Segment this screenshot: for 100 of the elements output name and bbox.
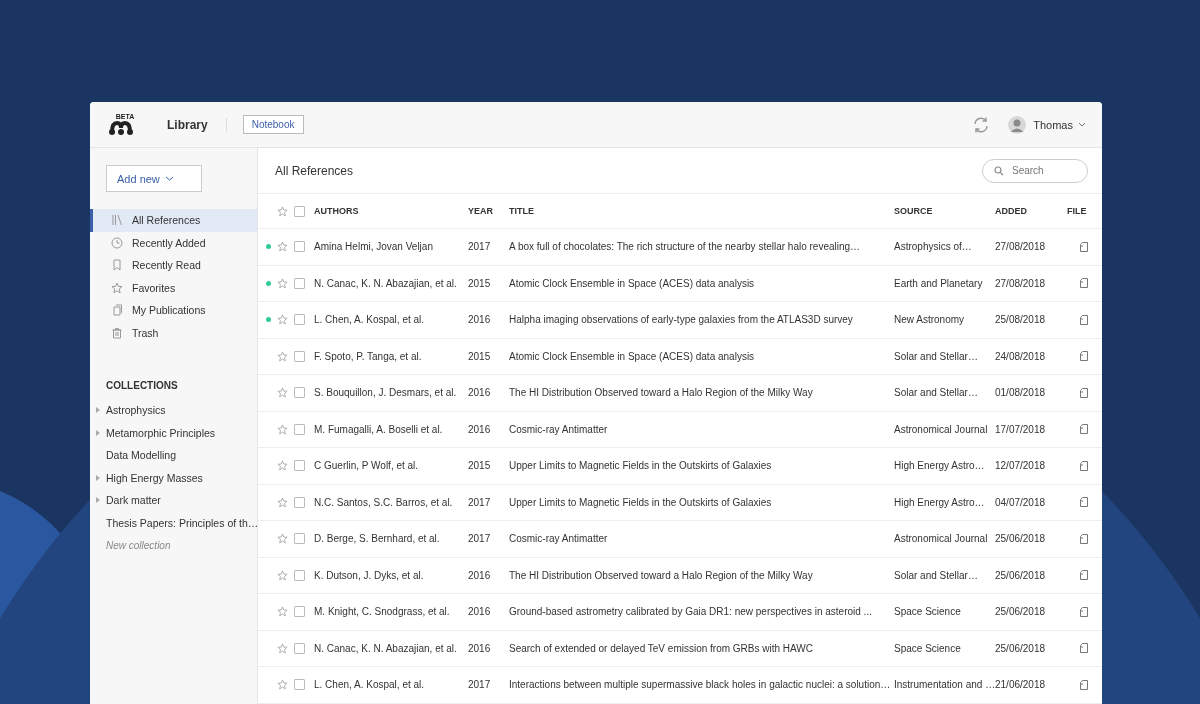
star-icon[interactable] xyxy=(277,460,288,472)
row-checkbox[interactable] xyxy=(294,533,305,545)
table-cell-text: 04/07/2018 xyxy=(995,496,1047,508)
table-cell-text: 25/06/2018 xyxy=(995,533,1047,545)
star-icon[interactable] xyxy=(277,350,288,362)
file-icon[interactable] xyxy=(1079,241,1088,252)
star-icon[interactable] xyxy=(277,679,288,691)
star-icon[interactable] xyxy=(277,241,288,253)
file-icon[interactable] xyxy=(1079,314,1088,325)
file-icon[interactable] xyxy=(1079,679,1088,690)
row-checkbox[interactable] xyxy=(294,423,305,435)
sidebar-item[interactable]: Trash xyxy=(90,321,257,344)
row-checkbox[interactable] xyxy=(294,387,305,399)
star-icon[interactable] xyxy=(277,314,288,326)
notebook-button[interactable]: Notebook xyxy=(242,115,304,134)
table-cell-text: C Guerlin, P Wolf, et al. xyxy=(314,460,420,472)
table-cell[interactable]: Ground-based astrometry calibrated by Gaia DR1: new perspectives in asteroid ... xyxy=(509,606,894,618)
column-header[interactable]: TITLE xyxy=(509,206,894,216)
star-icon[interactable] xyxy=(277,642,288,654)
table-cell: Instrumentation and … xyxy=(894,679,995,691)
file-icon[interactable] xyxy=(1079,606,1088,617)
row-checkbox[interactable] xyxy=(294,241,305,253)
collection-item[interactable]: Astrophysics xyxy=(90,399,257,422)
file-icon[interactable] xyxy=(1079,387,1088,398)
table-cell-text: 2016 xyxy=(468,606,492,618)
file-icon[interactable] xyxy=(1079,351,1088,362)
star-icon[interactable] xyxy=(277,277,288,289)
table-cell-text: 2017 xyxy=(468,679,492,691)
table-cell[interactable]: Cosmic-ray Antimatter xyxy=(509,533,894,545)
table-cell[interactable]: Cosmic-ray Antimatter xyxy=(509,423,894,435)
trash-icon xyxy=(111,326,123,339)
row-checkbox[interactable] xyxy=(294,314,305,326)
column-header[interactable]: FILE xyxy=(1067,206,1100,216)
table-cell-text: 2016 xyxy=(468,642,492,654)
avatar-icon[interactable] xyxy=(1008,115,1027,134)
sync-icon[interactable] xyxy=(972,115,991,134)
star-icon[interactable] xyxy=(277,205,288,217)
table-cell[interactable]: Interactions between multiple supermassive black holes in galactic nuclei: a solution… xyxy=(509,679,894,691)
row-checkbox[interactable] xyxy=(294,569,305,581)
file-icon[interactable] xyxy=(1079,497,1088,508)
file-icon[interactable] xyxy=(1079,278,1088,289)
table-cell-text: 27/08/2018 xyxy=(995,277,1047,289)
table-cell-text: 2015 xyxy=(468,460,492,472)
table-cell[interactable]: Upper Limits to Magnetic Fields in the Outskirts of Galaxies xyxy=(509,496,894,508)
file-icon[interactable] xyxy=(1079,424,1088,435)
table-cell[interactable]: Search of extended or delayed TeV emission from GRBs with HAWC xyxy=(509,642,894,654)
file-icon[interactable] xyxy=(1079,533,1088,544)
table-cell[interactable]: The HI Distribution Observed toward a Halo Region of the Milky Way xyxy=(509,569,894,581)
star-icon[interactable] xyxy=(277,496,288,508)
row-checkbox[interactable] xyxy=(294,679,305,691)
sidebar-item[interactable]: Favorites xyxy=(90,276,257,299)
collection-item[interactable]: Dark matter xyxy=(90,489,257,512)
row-checkbox[interactable] xyxy=(294,606,305,618)
new-collection-link[interactable]: New collection xyxy=(90,534,171,557)
collection-item[interactable]: Metamorphic Principles xyxy=(90,421,257,444)
row-checkbox[interactable] xyxy=(294,277,305,289)
file-icon[interactable] xyxy=(1079,460,1088,471)
table-cell-text: Astrophysics of… xyxy=(894,241,973,253)
star-icon[interactable] xyxy=(277,423,288,435)
library-icon xyxy=(111,214,123,227)
collection-item[interactable]: Thesis Papers: Principles of th… xyxy=(90,511,257,534)
sidebar-item[interactable]: Recently Read xyxy=(90,254,257,277)
table-cell-text: 2016 xyxy=(468,569,492,581)
file-icon[interactable] xyxy=(1079,643,1088,654)
table-cell-text: Space Science xyxy=(894,642,962,654)
search-field[interactable]: Search xyxy=(982,158,1088,183)
table-cell-text: 25/08/2018 xyxy=(995,314,1047,326)
table-cell-text: 25/06/2018 xyxy=(995,606,1047,618)
table-cell-text: N.C. Santos, S.C. Barros, et al. xyxy=(314,496,454,508)
star-icon[interactable] xyxy=(277,533,288,545)
star-icon[interactable] xyxy=(277,387,288,399)
user-menu[interactable]: Thomas xyxy=(1033,118,1086,131)
row-checkbox[interactable] xyxy=(294,642,305,654)
row-checkbox[interactable] xyxy=(294,350,305,362)
file-icon[interactable] xyxy=(1079,570,1088,581)
collection-item[interactable]: Data Modelling xyxy=(90,444,257,467)
table-cell-text: Earth and Planetary xyxy=(894,277,984,289)
star-icon[interactable] xyxy=(277,569,288,581)
sidebar-item[interactable]: Recently Added xyxy=(90,231,257,254)
add-new-button[interactable]: Add new xyxy=(106,165,202,192)
collections-heading: COLLECTIONS xyxy=(106,380,179,391)
row-checkbox[interactable] xyxy=(294,496,305,508)
table-cell[interactable]: Atomic Clock Ensemble in Space (ACES) data analysis xyxy=(509,350,894,362)
sidebar-item[interactable]: My Publications xyxy=(90,299,257,322)
row-checkbox[interactable] xyxy=(294,460,305,472)
column-header[interactable]: ADDED xyxy=(995,206,1067,216)
document-icon xyxy=(111,304,123,317)
column-header[interactable]: AUTHORS xyxy=(314,206,468,216)
sidebar-item[interactable]: All References xyxy=(90,209,257,232)
table-cell[interactable]: Halpha imaging observations of early-type galaxies from the ATLAS3D survey xyxy=(509,314,894,326)
table-cell[interactable]: Atomic Clock Ensemble in Space (ACES) data analysis xyxy=(509,277,894,289)
clock-icon xyxy=(111,236,123,249)
star-icon[interactable] xyxy=(277,606,288,618)
table-cell[interactable]: Upper Limits to Magnetic Fields in the Outskirts of Galaxies xyxy=(509,460,894,472)
select-all-checkbox[interactable] xyxy=(294,205,305,217)
table-cell[interactable]: A box full of chocolates: The rich structure of the nearby stellar halo revealing… xyxy=(509,241,894,253)
column-header[interactable]: YEAR xyxy=(468,206,509,216)
column-header[interactable]: SOURCE xyxy=(894,206,995,216)
collection-item[interactable]: High Energy Masses xyxy=(90,466,257,489)
table-cell[interactable]: The HI Distribution Observed toward a Halo Region of the Milky Way xyxy=(509,387,894,399)
